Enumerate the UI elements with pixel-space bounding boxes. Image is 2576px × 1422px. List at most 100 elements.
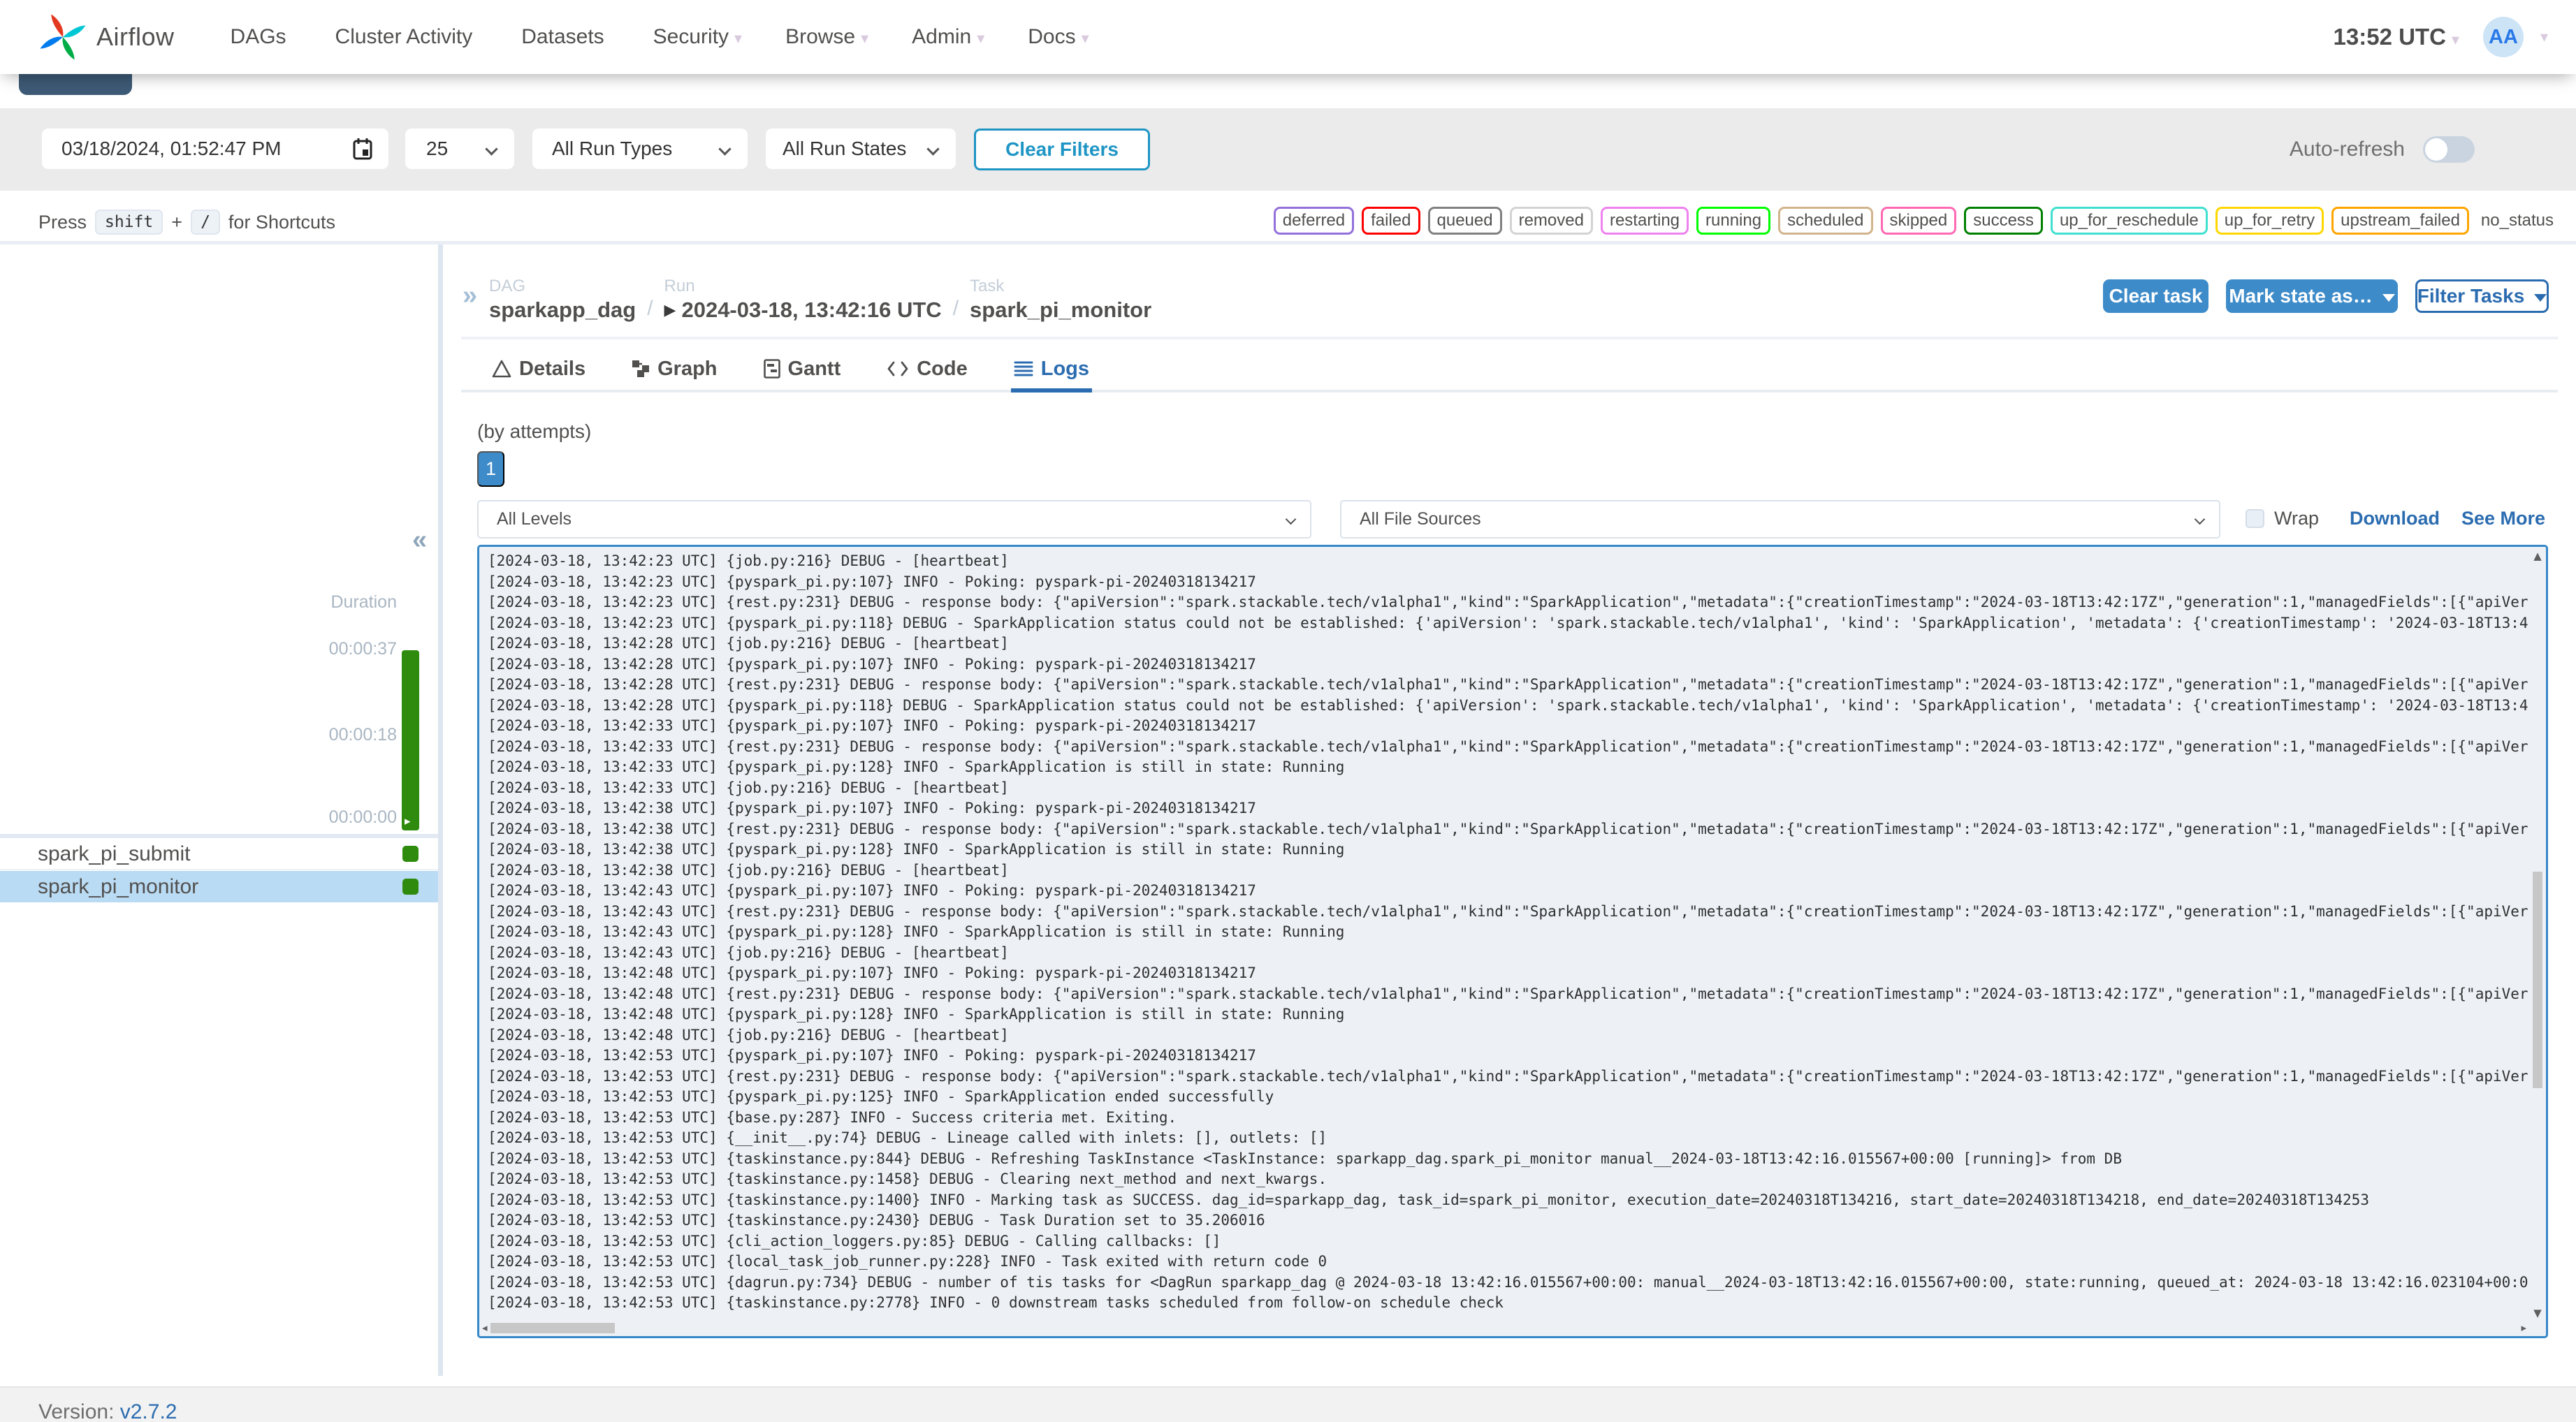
grid-sidebar: « Duration 00:00:37 00:00:18 00:00:00 ▸ … [0, 244, 442, 1386]
log-line: [2024-03-18, 13:42:48 UTC] {job.py:216} … [488, 1026, 1009, 1043]
tab-details[interactable]: Details [489, 349, 588, 393]
breadcrumb-separator: / [952, 297, 959, 320]
task-row-spark-pi-submit[interactable]: spark_pi_submit [0, 839, 438, 870]
file-source-select[interactable]: All File Sources [1340, 500, 2220, 538]
log-line: [2024-03-18, 13:42:53 UTC] {dagrun.py:73… [488, 1273, 2528, 1291]
state-badge[interactable]: failed [1362, 207, 1420, 235]
chevron-down-icon: ▾ [977, 30, 985, 47]
duration-tick: 00:00:18 [328, 725, 397, 745]
tab-gantt[interactable]: Gantt [761, 349, 844, 393]
code-icon [887, 361, 908, 376]
state-badge[interactable]: queued [1427, 207, 1502, 235]
log-line: [2024-03-18, 13:42:53 UTC] {rest.py:231}… [488, 1067, 2528, 1085]
breadcrumb-run[interactable]: Run ▶ 2024-03-18, 13:42:16 UTC [664, 277, 942, 323]
breadcrumb-task[interactable]: Task spark_pi_monitor [970, 277, 1151, 323]
vertical-scroll-thumb[interactable] [2533, 872, 2542, 1088]
horizontal-scroll-thumb[interactable] [490, 1323, 615, 1333]
log-line: [2024-03-18, 13:42:23 UTC] {job.py:216} … [488, 552, 1009, 569]
see-more-link[interactable]: See More [2461, 508, 2545, 529]
log-line: [2024-03-18, 13:42:23 UTC] {pyspark_pi.p… [488, 614, 2528, 631]
log-line: [2024-03-18, 13:42:38 UTC] {job.py:216} … [488, 861, 1009, 879]
nav-item[interactable]: Cluster Activity [335, 25, 479, 49]
scroll-left-icon[interactable]: ◂ [482, 1321, 488, 1334]
version-link[interactable]: v2.7.2 [120, 1400, 177, 1422]
chevron-down-icon [718, 142, 732, 156]
state-badge[interactable]: restarting [1600, 207, 1689, 235]
nav-item[interactable]: Security ▾ [653, 25, 742, 49]
auto-refresh-toggle[interactable] [2423, 136, 2475, 163]
log-level-select[interactable]: All Levels [477, 500, 1311, 538]
collapse-sidebar-icon[interactable]: « [412, 525, 427, 555]
sidebar-resize-divider[interactable] [438, 244, 443, 1376]
log-line: [2024-03-18, 13:42:48 UTC] {pyspark_pi.p… [488, 1006, 1345, 1022]
vertical-scrollbar[interactable]: ▲ ▼ [2529, 547, 2546, 1322]
brand[interactable]: Airflow [36, 10, 175, 64]
breadcrumb-separator: / [647, 297, 653, 320]
avatar[interactable]: AA [2482, 17, 2524, 57]
nav-item[interactable]: Datasets [521, 25, 609, 49]
state-legend: deferred failed queued removed restartin… [1273, 207, 2554, 235]
log-line: [2024-03-18, 13:42:53 UTC] {pyspark_pi.p… [488, 1047, 1256, 1064]
graph-icon [632, 360, 650, 377]
duration-tick: 00:00:37 [328, 639, 397, 659]
horizontal-scrollbar[interactable]: ◂ ▸ [479, 1321, 2529, 1336]
user-menu[interactable]: AA ▾ [2482, 17, 2548, 57]
state-badge[interactable]: deferred [1273, 207, 1355, 235]
log-line: [2024-03-18, 13:42:53 UTC] {taskinstance… [488, 1294, 1504, 1311]
mark-state-as-button[interactable]: Mark state as… [2226, 279, 2398, 313]
panel-top-divider [461, 337, 2558, 339]
state-badge[interactable]: scheduled [1778, 207, 1873, 235]
log-line: [2024-03-18, 13:42:48 UTC] {pyspark_pi.p… [488, 965, 1256, 981]
hidden-panel-remnant [19, 74, 132, 95]
state-badge[interactable]: up_for_retry [2215, 207, 2324, 235]
attempt-1-button[interactable]: 1 [477, 451, 504, 487]
gantt-icon [763, 359, 780, 379]
wrap-checkbox[interactable] [2246, 509, 2264, 528]
chevron-down-icon [2534, 293, 2547, 302]
tab-logs[interactable]: Logs [1010, 349, 1093, 393]
state-badge[interactable]: up_for_reschedule [2050, 207, 2208, 235]
auto-refresh-control: Auto-refresh [2290, 136, 2475, 163]
warning-triangle-icon [492, 360, 511, 378]
clear-task-button[interactable]: Clear task [2103, 279, 2208, 313]
tab-code[interactable]: Code [884, 349, 970, 393]
calendar-icon[interactable] [352, 137, 373, 161]
nav-item[interactable]: Admin ▾ [912, 25, 984, 49]
expand-panel-icon[interactable]: » [463, 281, 477, 311]
chevron-down-icon [1285, 513, 1297, 525]
sidebar-divider [0, 834, 442, 838]
dag-run-duration-bar[interactable]: ▸ [402, 650, 419, 830]
filter-tasks-button[interactable]: Filter Tasks [2415, 279, 2549, 313]
clear-filters-button[interactable]: Clear Filters [974, 129, 1150, 170]
state-badge[interactable]: skipped [1880, 207, 1957, 235]
scroll-down-icon[interactable]: ▼ [2529, 1307, 2546, 1319]
breadcrumb: DAG sparkapp_dag / Run ▶ 2024-03-18, 13:4… [489, 277, 1151, 323]
state-badge[interactable]: success [1964, 207, 2043, 235]
page-size-select[interactable]: 25 [405, 129, 514, 169]
scroll-up-icon[interactable]: ▲ [2529, 550, 2546, 562]
clock-dropdown[interactable]: 13:52 UTC ▾ [2334, 24, 2459, 50]
nav-item[interactable]: DAGs [231, 25, 292, 49]
run-types-select[interactable]: All Run Types [532, 129, 748, 169]
log-line: [2024-03-18, 13:42:23 UTC] {rest.py:231}… [488, 594, 2528, 610]
log-line: [2024-03-18, 13:42:23 UTC] {pyspark_pi.p… [488, 573, 1256, 590]
wrap-toggle[interactable]: Wrap [2246, 508, 2319, 529]
breadcrumb-dag[interactable]: DAG sparkapp_dag [489, 277, 636, 323]
base-date-input[interactable]: 03/18/2024, 01:52:47 PM [42, 129, 388, 169]
state-badge[interactable]: removed [1509, 207, 1593, 235]
scroll-right-icon[interactable]: ▸ [2521, 1321, 2526, 1334]
nav-item[interactable]: Docs ▾ [1028, 25, 1089, 49]
download-link[interactable]: Download [2350, 508, 2440, 529]
state-badge[interactable]: running [1696, 207, 1771, 235]
state-badge[interactable]: upstream_failed [2331, 207, 2469, 235]
task-success-square[interactable] [402, 879, 419, 895]
log-line: [2024-03-18, 13:42:33 UTC] {pyspark_pi.p… [488, 758, 1345, 775]
nav-item[interactable]: Browse ▾ [785, 25, 868, 49]
task-success-square[interactable] [402, 846, 419, 862]
run-states-select[interactable]: All Run States [766, 129, 956, 169]
log-line: [2024-03-18, 13:42:53 UTC] {__init__.py:… [488, 1129, 1327, 1146]
airflow-app: Airflow DAGs Cluster Activity Datasets S… [0, 0, 2576, 1422]
tab-graph[interactable]: Graph [629, 349, 720, 393]
log-line: [2024-03-18, 13:42:53 UTC] {taskinstance… [488, 1191, 2369, 1208]
task-row-spark-pi-monitor[interactable]: spark_pi_monitor [0, 871, 438, 902]
